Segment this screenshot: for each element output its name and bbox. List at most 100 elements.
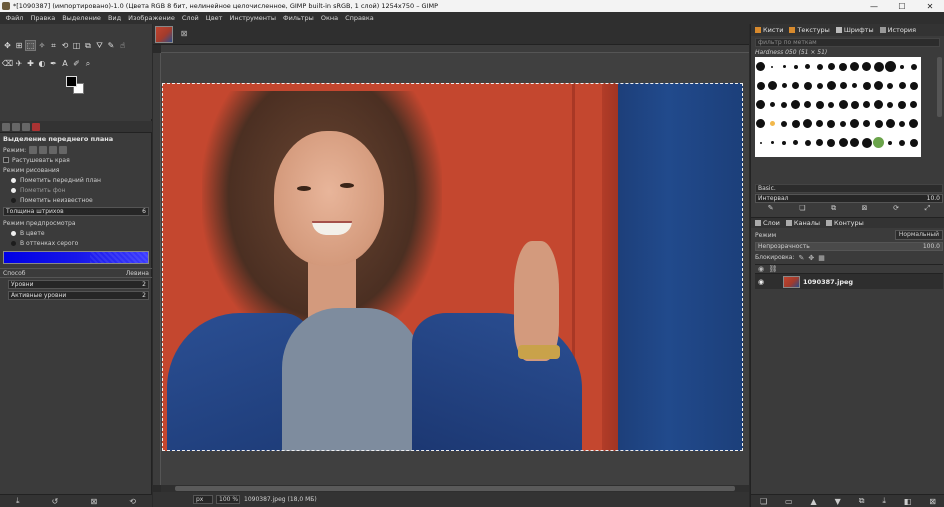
brush-preset[interactable] bbox=[779, 80, 790, 91]
brush-preset[interactable] bbox=[755, 118, 766, 129]
images-tab-icon[interactable] bbox=[32, 122, 40, 131]
brush-preset[interactable] bbox=[873, 61, 884, 72]
brush-preset[interactable] bbox=[908, 61, 919, 72]
brush-tag-select[interactable]: Basic. bbox=[755, 184, 943, 193]
delete-options-icon[interactable]: ⊠ bbox=[90, 497, 97, 506]
tool-options-tab-icon[interactable] bbox=[2, 122, 10, 131]
canvas-area[interactable] bbox=[161, 53, 749, 485]
maximize-button[interactable]: ☐ bbox=[888, 0, 916, 12]
unit-select[interactable]: px bbox=[193, 495, 213, 504]
layer-name[interactable]: 1090387.jpeg bbox=[803, 278, 853, 286]
brush-preset[interactable] bbox=[790, 99, 801, 110]
text-tool-icon[interactable]: A bbox=[60, 58, 71, 69]
stroke-width-value[interactable]: 6 bbox=[142, 208, 146, 215]
antialias-row[interactable]: Растушевать края bbox=[0, 155, 152, 165]
clone-tool-icon[interactable]: ⧉ bbox=[83, 40, 94, 51]
brush-preset[interactable] bbox=[838, 99, 849, 110]
foreground-color-swatch[interactable] bbox=[66, 76, 77, 87]
brush-preset[interactable] bbox=[908, 99, 919, 110]
menu-help[interactable]: Справка bbox=[342, 14, 378, 22]
color-picker-tool-icon[interactable]: ✐ bbox=[71, 58, 82, 69]
brush-preset[interactable] bbox=[755, 80, 766, 91]
brush-preset[interactable] bbox=[814, 61, 825, 72]
lock-position-icon[interactable]: ✥ bbox=[808, 254, 814, 262]
brush-preset[interactable] bbox=[814, 99, 825, 110]
close-button[interactable]: ✕ bbox=[916, 0, 944, 12]
brush-preset[interactable] bbox=[838, 80, 849, 91]
save-options-icon[interactable]: ⤓ bbox=[16, 496, 20, 506]
brush-preset[interactable] bbox=[861, 118, 872, 129]
mode-intersect-icon[interactable] bbox=[59, 146, 68, 154]
dodge-tool-icon[interactable]: ◐ bbox=[37, 58, 48, 69]
active-levels-spin[interactable]: Активные уровни 2 bbox=[8, 291, 149, 300]
brush-preset[interactable] bbox=[908, 118, 919, 129]
horizontal-scroll-thumb[interactable] bbox=[175, 486, 735, 491]
menu-tools[interactable]: Инструменты bbox=[226, 14, 280, 22]
brush-preset[interactable] bbox=[802, 99, 813, 110]
levels-spin[interactable]: Уровни 2 bbox=[8, 280, 149, 289]
preview-gray[interactable]: В оттенках серого bbox=[0, 238, 152, 248]
radio-preview-color[interactable] bbox=[11, 230, 16, 236]
brush-preset[interactable] bbox=[885, 80, 896, 91]
raise-layer-icon[interactable]: ▲ bbox=[811, 497, 817, 506]
brush-preset[interactable] bbox=[849, 80, 860, 91]
new-group-icon[interactable]: ▭ bbox=[785, 497, 793, 506]
new-brush-icon[interactable]: ❏ bbox=[799, 204, 805, 214]
brush-preset[interactable] bbox=[802, 61, 813, 72]
brush-preset[interactable] bbox=[873, 137, 884, 148]
brush-preset[interactable] bbox=[873, 99, 884, 110]
mode-add-icon[interactable] bbox=[39, 146, 48, 154]
tab-paths[interactable]: Контуры bbox=[826, 219, 864, 227]
brush-preset[interactable] bbox=[826, 61, 837, 72]
paths-tool-icon[interactable]: ✒ bbox=[48, 58, 59, 69]
brush-preset[interactable] bbox=[908, 80, 919, 91]
minimize-button[interactable]: — bbox=[860, 0, 888, 12]
smudge-tool-icon[interactable]: ☝ bbox=[117, 40, 128, 51]
tab-history[interactable]: История bbox=[879, 26, 916, 34]
menu-view[interactable]: Вид bbox=[104, 14, 124, 22]
undo-history-tab-icon[interactable] bbox=[22, 122, 30, 131]
brush-preset[interactable] bbox=[802, 80, 813, 91]
brush-preset[interactable] bbox=[767, 99, 778, 110]
brush-preset[interactable] bbox=[779, 137, 790, 148]
tab-patterns[interactable]: Текстуры bbox=[789, 26, 830, 34]
brush-preset[interactable] bbox=[802, 118, 813, 129]
brush-preset[interactable] bbox=[838, 137, 849, 148]
brush-preset[interactable] bbox=[814, 137, 825, 148]
brush-preset[interactable] bbox=[861, 61, 872, 72]
brush-preset[interactable] bbox=[767, 137, 778, 148]
lower-layer-icon[interactable]: ▼ bbox=[835, 497, 841, 506]
menu-colors[interactable]: Цвет bbox=[202, 14, 226, 22]
delete-brush-icon[interactable]: ⊠ bbox=[862, 204, 868, 214]
mode-replace-icon[interactable] bbox=[29, 146, 38, 154]
image-tab-thumbnail[interactable] bbox=[155, 26, 173, 43]
brush-preset[interactable] bbox=[814, 80, 825, 91]
brush-preset[interactable] bbox=[861, 80, 872, 91]
paintbrush-tool-icon[interactable]: ✎ bbox=[106, 40, 117, 51]
free-select-tool-icon[interactable]: ⬚ bbox=[25, 40, 36, 51]
transform-tool-icon[interactable]: ⟲ bbox=[60, 40, 71, 51]
draw-mode-background[interactable]: Пометить фон bbox=[0, 185, 152, 195]
brush-preset[interactable] bbox=[873, 80, 884, 91]
brush-preset[interactable] bbox=[767, 61, 778, 72]
brush-preset[interactable] bbox=[755, 99, 766, 110]
brush-preset[interactable] bbox=[826, 137, 837, 148]
menu-image[interactable]: Изображение bbox=[125, 14, 179, 22]
brush-preset[interactable] bbox=[849, 61, 860, 72]
brush-preset[interactable] bbox=[885, 99, 896, 110]
duplicate-layer-icon[interactable]: ⧉ bbox=[859, 496, 865, 506]
open-brush-as-image-icon[interactable]: ⤢ bbox=[925, 204, 931, 214]
brush-preset[interactable] bbox=[755, 137, 766, 148]
fg-bg-colors[interactable] bbox=[66, 76, 86, 96]
heal-tool-icon[interactable]: ✚ bbox=[25, 58, 36, 69]
brush-preset[interactable] bbox=[814, 118, 825, 129]
brush-preset[interactable] bbox=[873, 118, 884, 129]
antialias-checkbox[interactable] bbox=[3, 157, 9, 163]
brushes-scrollbar[interactable] bbox=[937, 57, 942, 117]
brush-preset[interactable] bbox=[885, 118, 896, 129]
method-row[interactable]: Способ Левина bbox=[0, 268, 152, 278]
brush-preset[interactable] bbox=[849, 137, 860, 148]
brush-preset[interactable] bbox=[826, 118, 837, 129]
brush-preset[interactable] bbox=[838, 118, 849, 129]
brush-preset[interactable] bbox=[838, 61, 849, 72]
